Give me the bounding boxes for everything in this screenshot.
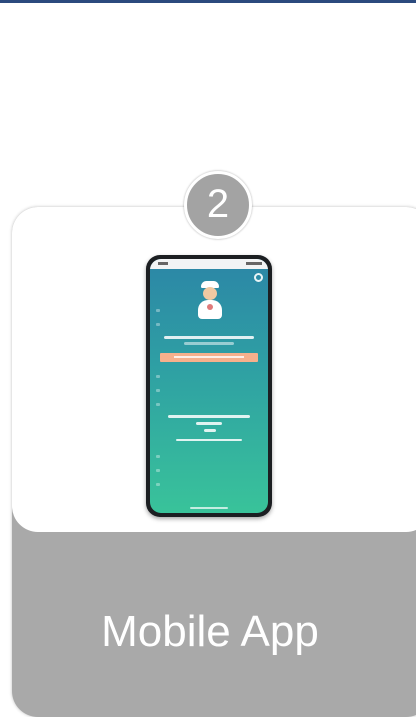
home-indicator	[190, 507, 228, 509]
step-number-badge: 2	[184, 171, 252, 239]
gear-icon	[254, 273, 263, 282]
status-time	[158, 262, 168, 265]
feature-card-mobile-app[interactable]: Mobile App	[12, 207, 416, 717]
phone-screen	[150, 259, 268, 513]
top-accent-bar	[0, 0, 416, 3]
greeting-text-line	[164, 336, 254, 339]
highlight-bar	[160, 353, 258, 362]
sub-text-line	[176, 439, 242, 441]
question-text-line-2	[196, 422, 222, 425]
card-title: Mobile App	[101, 607, 319, 656]
doctor-avatar-icon	[198, 281, 222, 321]
status-bar	[150, 259, 268, 269]
greeting-text-line-2	[184, 342, 234, 345]
question-text-line-3	[204, 429, 216, 432]
card-image-area	[12, 207, 416, 532]
status-icons	[246, 262, 262, 265]
phone-mockup-image	[146, 255, 272, 517]
question-text-line	[168, 415, 250, 418]
